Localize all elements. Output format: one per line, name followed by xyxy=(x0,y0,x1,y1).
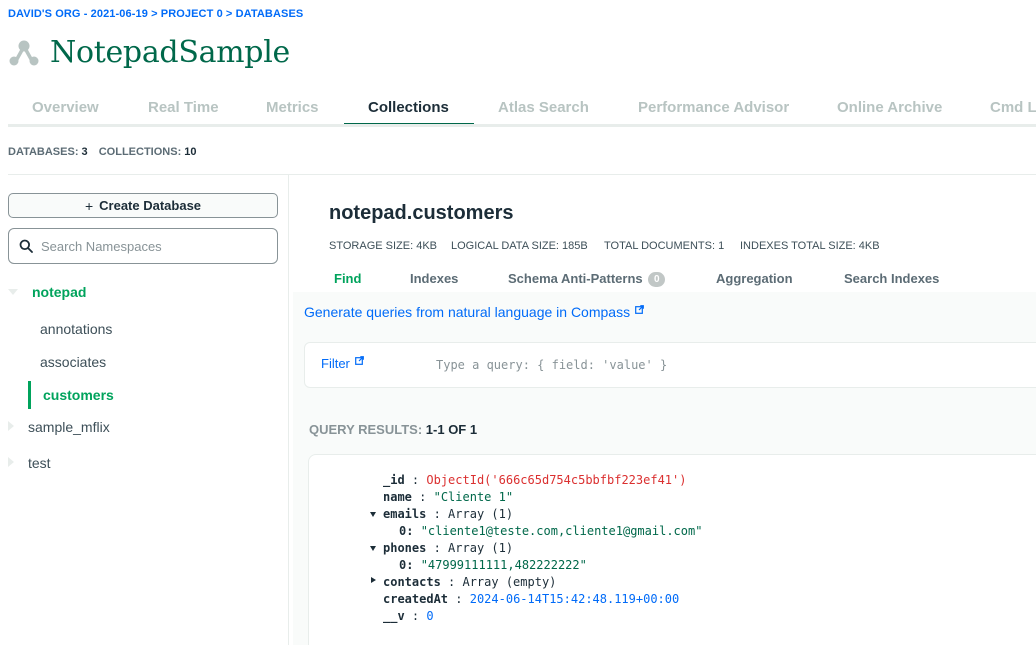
subtab-label: Schema Anti-Patterns xyxy=(508,271,643,286)
cluster-icon xyxy=(9,40,39,66)
query-results-label: QUERY RESULTS: 1-1 OF 1 xyxy=(309,422,477,437)
count-badge: 0 xyxy=(648,272,666,287)
doc-field-contacts: contacts : Array (empty) xyxy=(383,575,557,589)
sidebar-db-test[interactable]: test xyxy=(28,455,51,471)
doc-field-v: __v : 0 xyxy=(383,609,434,623)
stat-total-documents: TOTAL DOCUMENTS: 1 xyxy=(604,240,725,252)
field-value: 2024-06-14T15:42:48.119+00:00 xyxy=(469,592,680,606)
stat-indexes-total-size: INDEXES TOTAL SIZE: 4KB xyxy=(740,240,880,252)
tab-atlas-search[interactable]: Atlas Search xyxy=(498,99,589,116)
doc-field-id: _id : ObjectId('666c65d754c5bbfbf223ef41… xyxy=(383,473,687,487)
query-results-range: 1-1 OF 1 xyxy=(425,422,478,437)
search-icon xyxy=(19,239,33,253)
breadcrumb[interactable]: DAVID'S ORG - 2021-06-19 > PROJECT 0 > D… xyxy=(8,8,303,20)
page-header: NotepadSample xyxy=(8,32,290,72)
field-key: emails xyxy=(383,507,427,521)
field-value: "cliente1@teste.com,cliente1@gmail.com" xyxy=(420,524,703,538)
query-results-text: QUERY RESULTS: xyxy=(309,422,423,437)
page-title: NotepadSample xyxy=(50,34,290,70)
expand-caret-icon[interactable] xyxy=(8,421,14,431)
database-counts: DATABASES: 3 COLLECTIONS: 10 xyxy=(8,146,205,158)
doc-field-emails: emails : Array (1) xyxy=(383,507,514,521)
create-database-label: Create Database xyxy=(99,198,202,213)
plus-icon: + xyxy=(84,197,94,214)
collections-count: 10 xyxy=(184,146,197,158)
databases-count: 3 xyxy=(81,146,88,158)
subtab-indexes[interactable]: Indexes xyxy=(410,271,458,286)
collection-subtabs: Find Indexes Schema Anti-Patterns 0 Aggr… xyxy=(293,265,1036,292)
doc-array-item: 0: "47999111111,482222222" xyxy=(399,557,587,574)
field-key: contacts xyxy=(383,575,441,589)
active-tab-indicator xyxy=(344,123,474,124)
collapse-caret-icon[interactable] xyxy=(8,289,18,295)
filter-label: Filter xyxy=(321,356,350,371)
expand-caret-icon[interactable] xyxy=(8,457,14,467)
collections-count-label: COLLECTIONS: xyxy=(98,146,182,158)
stat-storage-size: STORAGE SIZE: 4KB xyxy=(329,240,437,252)
field-type: Array (empty) xyxy=(462,575,557,589)
compass-nl-link[interactable]: Generate queries from natural language i… xyxy=(304,304,644,320)
compass-nl-link-label: Generate queries from natural language i… xyxy=(304,304,631,320)
filter-bar: Filter Type a query: { field: 'value' } xyxy=(304,342,1036,388)
subtab-find[interactable]: Find xyxy=(334,271,361,286)
field-value: ObjectId('666c65d754c5bbfbf223ef41') xyxy=(426,473,687,487)
subtab-schema-anti-patterns[interactable]: Schema Anti-Patterns 0 xyxy=(508,271,666,287)
doc-array-item: 0: "cliente1@teste.com,cliente1@gmail.co… xyxy=(399,523,702,540)
collection-title: notepad.customers xyxy=(329,202,514,224)
doc-field-phones: phones : Array (1) xyxy=(383,541,514,555)
active-collection-indicator xyxy=(28,381,31,409)
sidebar-db-sample-mflix[interactable]: sample_mflix xyxy=(28,419,110,435)
tab-online-archive[interactable]: Online Archive xyxy=(837,99,942,116)
field-key: phones xyxy=(383,541,427,555)
field-type: Array (1) xyxy=(448,507,514,521)
create-database-button[interactable]: + Create Database xyxy=(8,193,278,218)
expand-caret-icon[interactable] xyxy=(371,577,376,583)
filter-link[interactable]: Filter xyxy=(321,356,364,371)
collapse-caret-icon[interactable] xyxy=(370,546,376,551)
databases-count-label: DATABASES: xyxy=(8,146,79,158)
search-namespaces-input[interactable]: Search Namespaces xyxy=(8,228,278,264)
sidebar-db-notepad[interactable]: notepad xyxy=(32,284,86,300)
sidebar-collection-customers[interactable]: customers xyxy=(43,387,114,403)
field-value: "Cliente 1" xyxy=(433,490,514,504)
field-key: createdAt xyxy=(383,592,449,606)
sidebar-collection-annotations[interactable]: annotations xyxy=(40,321,112,337)
sidebar-collection-associates[interactable]: associates xyxy=(40,354,106,370)
sidebar-divider xyxy=(288,175,289,645)
field-type: Array (1) xyxy=(448,541,514,555)
tab-overview[interactable]: Overview xyxy=(32,99,99,116)
tab-real-time[interactable]: Real Time xyxy=(148,99,219,116)
field-key: _id xyxy=(383,473,405,487)
header-divider xyxy=(8,174,1036,175)
doc-field-createdat: createdAt : 2024-06-14T15:42:48.119+00:0… xyxy=(383,592,680,606)
external-link-icon xyxy=(635,305,644,314)
field-key: name xyxy=(383,490,412,504)
tab-collections[interactable]: Collections xyxy=(368,99,449,116)
doc-field-name: name : "Cliente 1" xyxy=(383,490,514,504)
stat-logical-data-size: LOGICAL DATA SIZE: 185B xyxy=(451,240,588,252)
field-value: 0 xyxy=(426,609,434,623)
tab-cmd-line-tools[interactable]: Cmd Line Tools xyxy=(990,99,1036,116)
subtab-aggregation[interactable]: Aggregation xyxy=(716,271,793,286)
array-index: 0: xyxy=(399,558,414,572)
filter-input[interactable]: Type a query: { field: 'value' } xyxy=(436,358,667,372)
main-tabs: Overview Real Time Metrics Collections A… xyxy=(8,93,1036,127)
collapse-caret-icon[interactable] xyxy=(370,512,376,517)
external-link-icon xyxy=(354,356,364,365)
subtab-search-indexes[interactable]: Search Indexes xyxy=(844,271,939,286)
tab-performance-advisor[interactable]: Performance Advisor xyxy=(638,99,789,116)
array-index: 0: xyxy=(399,524,414,538)
field-key: __v xyxy=(383,609,405,623)
search-placeholder: Search Namespaces xyxy=(41,238,162,254)
document-card: _id : ObjectId('666c65d754c5bbfbf223ef41… xyxy=(308,454,1036,645)
field-value: "47999111111,482222222" xyxy=(420,558,587,572)
tab-metrics[interactable]: Metrics xyxy=(266,99,319,116)
